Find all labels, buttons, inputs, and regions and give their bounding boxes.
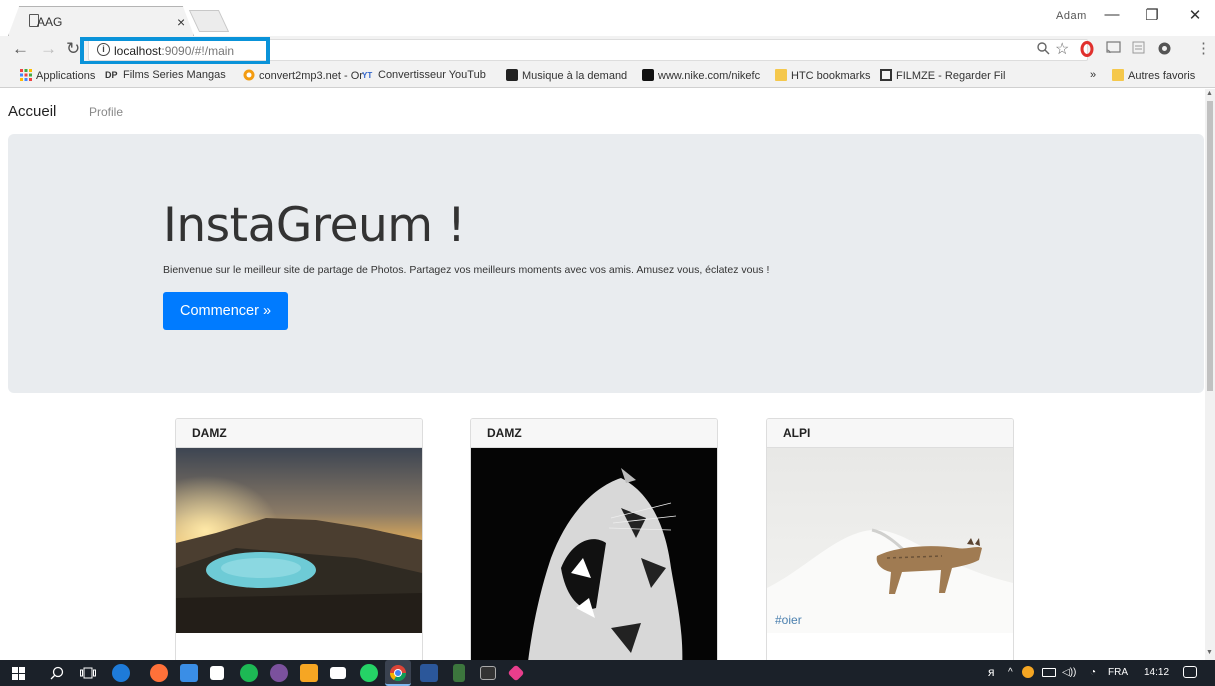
opera-icon[interactable] [1080,41,1094,60]
url-highlight-box [80,37,270,65]
notifications-icon[interactable] [1183,666,1197,678]
jumbotron-lead: Bienvenue sur le meilleur site de partag… [163,264,770,276]
menu-icon[interactable]: ⋮ [1196,39,1211,57]
navbar-brand[interactable]: Accueil [8,103,56,120]
bookmark-convert2mp3[interactable]: convert2mp3.net - Or [243,69,363,82]
apps-grid-icon [20,69,32,81]
card-author: DAMZ [471,419,717,448]
language-indicator[interactable]: FRA [1108,667,1128,678]
chevron-up-icon[interactable]: ^ [1008,667,1013,678]
search-icon[interactable] [50,666,64,680]
bookmark-musique[interactable]: Musique à la demand [506,69,627,82]
profile-name[interactable]: Adam [1056,10,1087,22]
minimize-button[interactable]: — [1097,6,1127,23]
bookmark-label: Autres favoris [1128,70,1196,82]
clock[interactable]: 14:12 [1144,667,1169,678]
browser-titlebar: AAG × Adam — ❐ ✕ [0,0,1215,36]
tiger-roar-photo[interactable] [471,448,717,660]
whatsapp-icon[interactable] [360,664,378,682]
chrome-icon [389,665,407,682]
firefox-icon[interactable] [150,664,168,682]
spotify-icon[interactable] [240,664,258,682]
word-icon[interactable] [420,664,438,682]
tab-title: AAG [37,15,63,29]
bookmark-applications[interactable]: Applications [20,69,95,82]
app-icon[interactable] [300,664,318,682]
bookmark-label: Films Series Mangas [123,69,226,81]
tray-app-icon[interactable] [1022,666,1034,678]
browser-toolbar: ← → ↻ i localhost:9090/#!/main ☆ ⋮ [0,36,1215,65]
bookmarks-bar: Applications DP Films Series Mangas conve… [0,64,1215,88]
wifi-icon[interactable]: ◔ [1090,667,1096,678]
viber-icon[interactable] [270,664,288,682]
forward-icon[interactable]: → [40,39,57,59]
page-title: InstaGreum ! [163,198,466,253]
lynx-snow-photo[interactable] [767,448,1013,633]
bookmark-filmze[interactable]: FILMZE - Regarder Fil [880,69,1005,82]
folder-icon [775,69,787,81]
windows-taskbar: ᴙ ^ ◁)) ◔ FRA 14:12 [0,660,1215,686]
tab-close-icon[interactable]: × [177,14,185,30]
bookmark-other[interactable]: Autres favoris [1112,69,1195,82]
page-scrollbar[interactable]: ▲ ▼ [1205,89,1215,660]
scroll-down-icon[interactable]: ▼ [1206,649,1213,656]
browser-tab[interactable]: AAG × [8,6,194,36]
app-icon[interactable] [453,664,465,682]
volcano-lake-photo[interactable] [176,448,422,633]
photo-card: DAMZ [175,418,423,660]
restore-button[interactable]: ❐ [1137,6,1167,24]
bookmark-films[interactable]: DP Films Series Mangas [105,69,226,82]
cast-icon[interactable] [1106,41,1121,57]
store-icon[interactable] [210,666,224,680]
back-icon[interactable]: ← [12,39,29,59]
music-icon [506,69,518,81]
photos-icon[interactable] [180,664,198,682]
start-button[interactable]: Commencer » [163,292,288,330]
card-author: DAMZ [176,419,422,448]
dp-icon: DP [105,70,118,80]
yt-mp3-icon: YT [362,71,373,80]
nav-link-profile[interactable]: Profile [89,105,123,119]
bookmark-label: Applications [36,70,96,82]
bookmark-label: www.nike.com/nikefc [658,70,761,82]
scroll-up-icon[interactable]: ▲ [1206,90,1213,97]
bookmark-htc[interactable]: HTC bookmarks [775,69,870,82]
bookmark-label: convert2mp3.net - Or [259,70,363,82]
windows-start-icon[interactable] [12,667,25,680]
photo-tag[interactable]: #oier [775,613,802,627]
page-content: Accueil Profile InstaGreum ! Bienvenue s… [0,89,1205,660]
reload-icon[interactable]: ↻ [66,39,80,59]
scroll-thumb[interactable] [1207,101,1213,391]
card-author: ALPI [767,419,1013,448]
bookmark-star-icon[interactable]: ☆ [1055,39,1069,59]
volume-icon[interactable]: ◁)) [1062,667,1076,678]
jumbotron: InstaGreum ! Bienvenue sur le meilleur s… [8,134,1204,393]
maps-icon[interactable] [507,664,525,682]
close-window-button[interactable]: ✕ [1180,6,1210,24]
bookmark-convertisseur[interactable]: YT Convertisseur YouTub [362,69,486,83]
terminal-icon[interactable] [480,666,496,680]
bookmark-label: HTC bookmarks [791,70,871,82]
extension-icon[interactable] [1132,41,1145,57]
nike-icon [642,69,654,81]
bookmark-label: Musique à la demand [522,70,628,82]
vpn-icon[interactable] [1157,41,1172,59]
photo-card: ALPI #oier [766,418,1014,660]
photo-card: DAMZ [470,418,718,660]
mail-icon[interactable] [330,667,346,679]
bookmark-label: Convertisseur YouTub [378,69,486,81]
folder-icon [1112,69,1124,81]
edge-icon[interactable] [112,664,130,682]
chrome-taskbar-button[interactable] [385,660,411,686]
bookmark-label: FILMZE - Regarder Fil [896,70,1006,82]
bookmarks-overflow[interactable]: » [1090,69,1096,81]
film-icon [880,69,892,81]
convert-icon [243,69,255,81]
people-icon[interactable]: ᴙ [988,665,995,679]
new-tab-button[interactable] [188,10,230,32]
task-view-icon[interactable] [80,667,96,679]
battery-icon[interactable] [1042,668,1056,677]
zoom-icon[interactable] [1036,41,1050,58]
bookmark-nike[interactable]: www.nike.com/nikefc [642,69,760,82]
